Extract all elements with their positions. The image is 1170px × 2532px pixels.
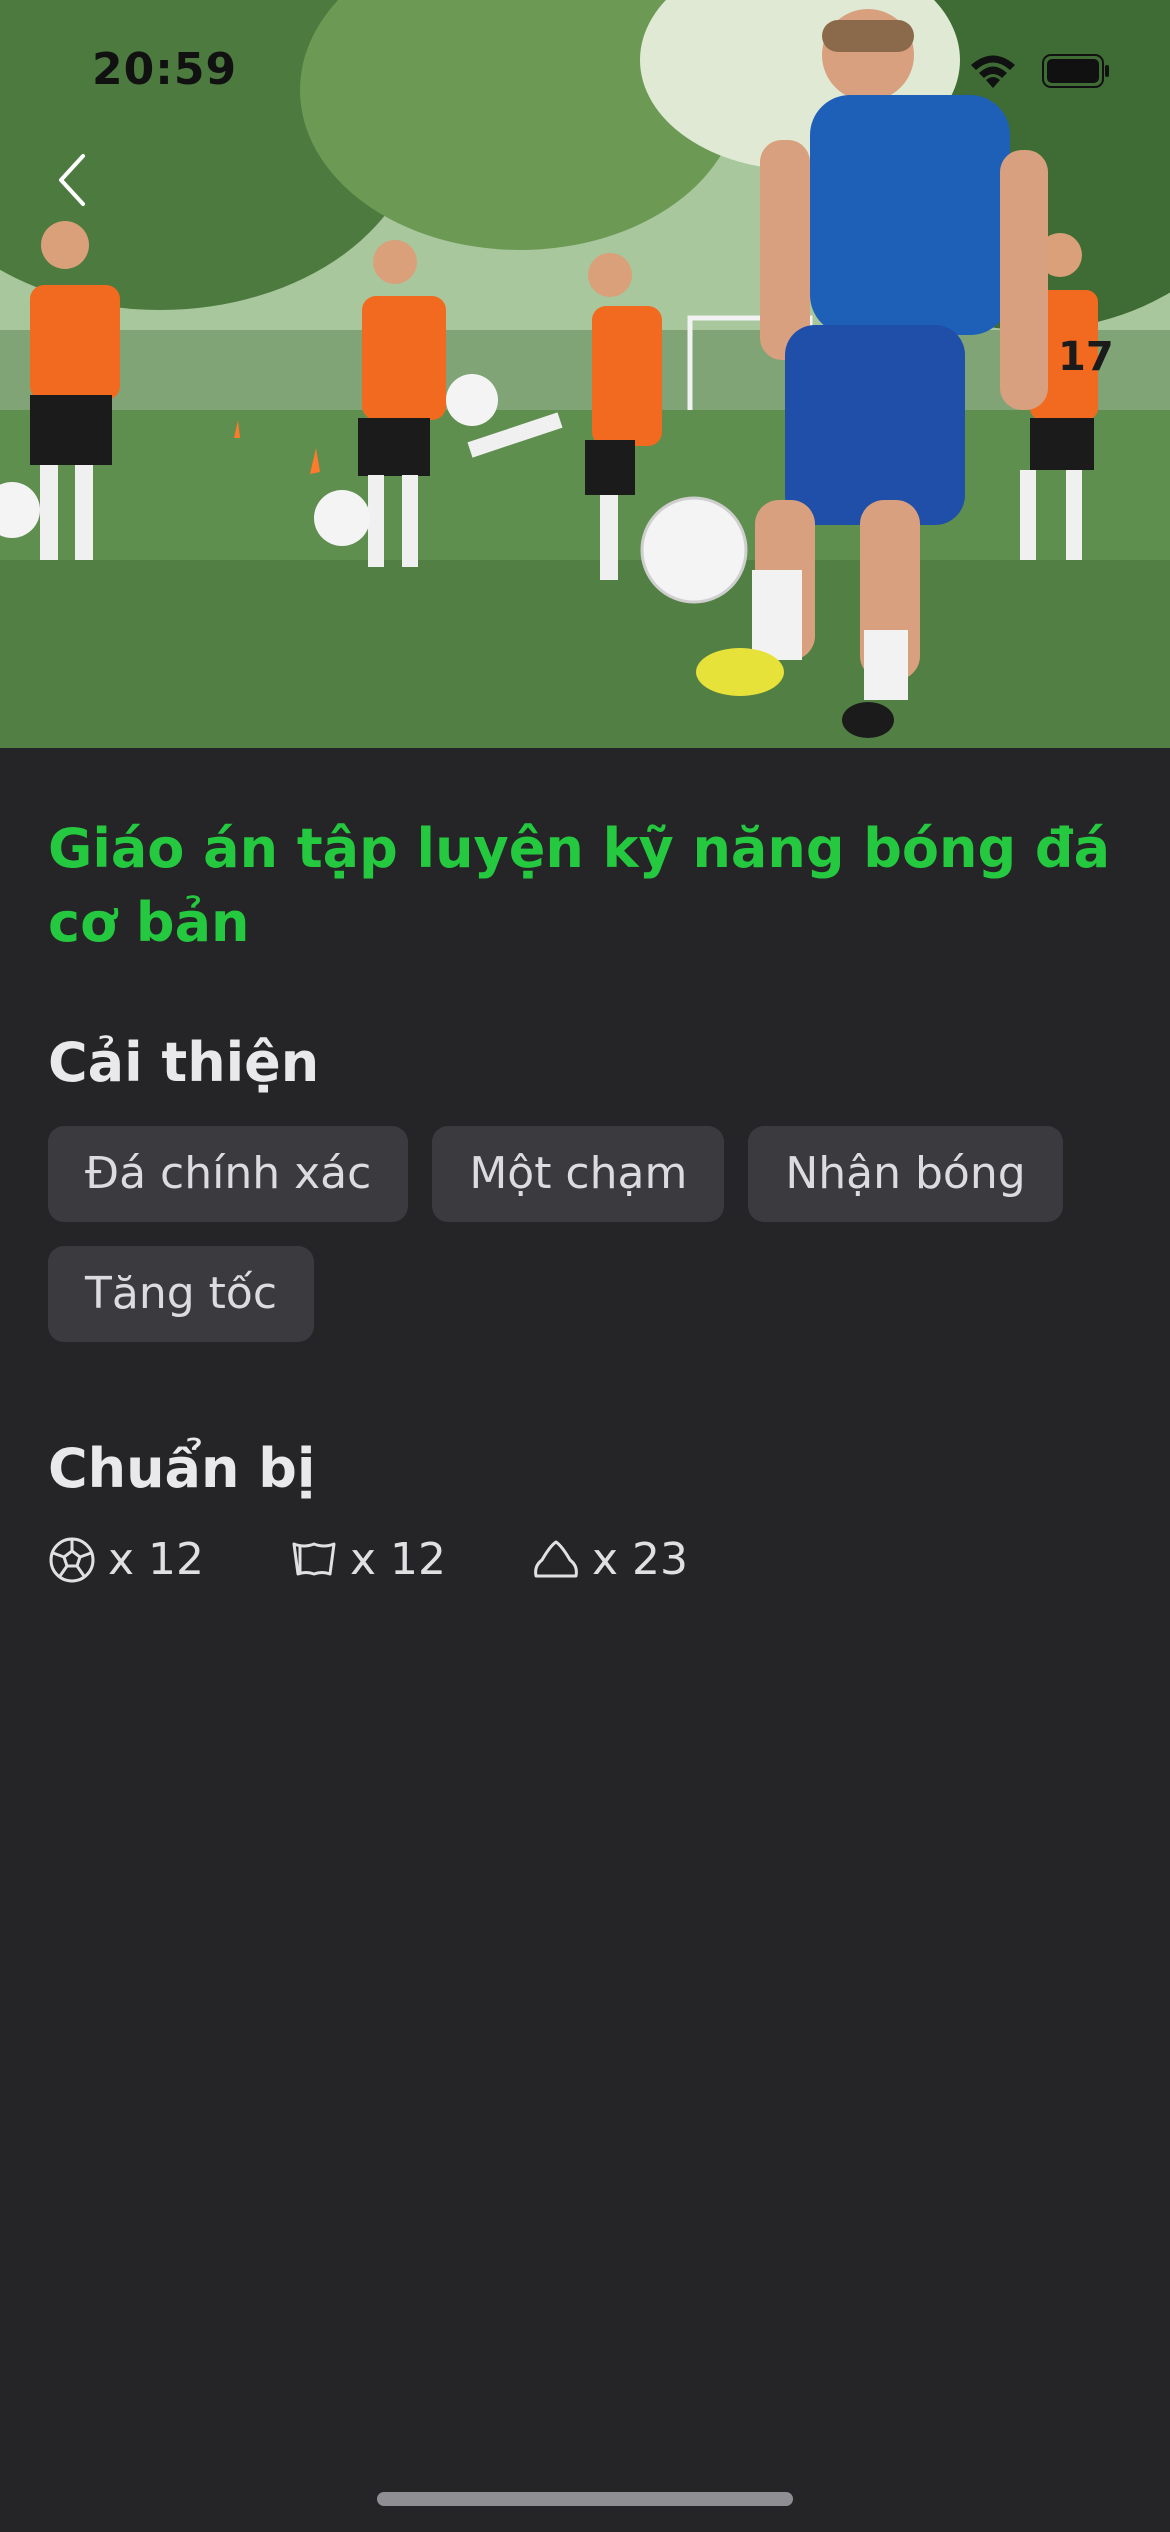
equipment-count: x 12: [108, 1534, 205, 1585]
lesson-title: Giáo án tập luyện kỹ năng bóng đá cơ bản: [48, 817, 1111, 954]
equipment-item-cones: x 23: [532, 1534, 774, 1585]
chevron-left-icon: [59, 154, 85, 206]
home-indicator[interactable]: [377, 2492, 793, 2506]
back-button[interactable]: [48, 148, 96, 212]
battery-icon: [1042, 54, 1109, 88]
soccer-ball-icon: [48, 1536, 96, 1584]
equipment-count: x 23: [592, 1534, 689, 1585]
skill-chip[interactable]: Đá chính xác: [48, 1126, 409, 1222]
training-cone-icon: [532, 1536, 580, 1584]
equipment-list: x 12 x 12 x 23: [48, 1534, 1122, 1585]
skill-chip[interactable]: Tăng tốc: [48, 1246, 315, 1342]
equipment-count: x 12: [350, 1534, 447, 1585]
status-icons: [968, 52, 1110, 90]
football-training-photo: 17: [0, 0, 1170, 748]
equipment-item-bibs: x 12: [290, 1534, 532, 1585]
training-bib-icon: [290, 1536, 338, 1584]
skill-chip[interactable]: Một chạm: [432, 1126, 725, 1222]
hero-image: 17: [0, 0, 1170, 748]
improve-heading: Cải thiện: [48, 1031, 320, 1094]
prepare-heading: Chuẩn bị: [48, 1437, 316, 1500]
lesson-content: Giáo án tập luyện kỹ năng bóng đá cơ bản…: [48, 812, 1122, 1585]
skill-chips: Đá chính xác Một chạm Nhận bóng Tăng tốc: [48, 1126, 1122, 1342]
svg-text:17: 17: [1058, 334, 1114, 380]
status-time: 20:59: [92, 44, 238, 95]
wifi-icon: [971, 55, 1015, 88]
equipment-item-balls: x 12: [48, 1534, 290, 1585]
skill-chip[interactable]: Nhận bóng: [748, 1126, 1063, 1222]
